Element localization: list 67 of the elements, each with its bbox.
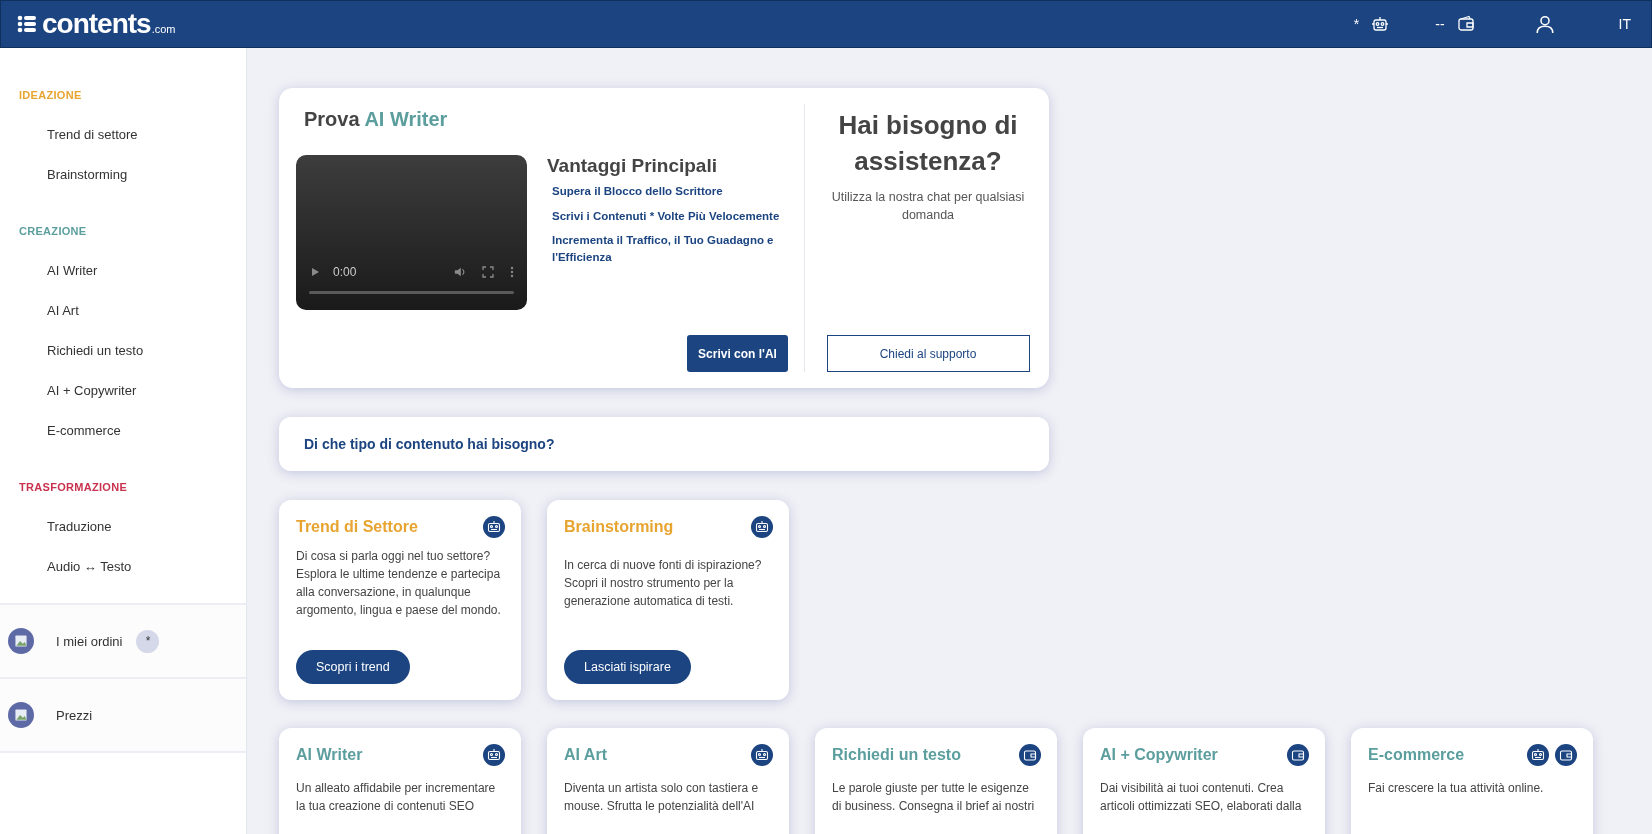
sidebar-item[interactable]: Audio ↔ Testo (47, 547, 246, 587)
video-player[interactable]: 0:00 (296, 155, 527, 310)
logo[interactable]: contents.com (17, 8, 176, 40)
benefit-text: Supera il Blocco dello Scrittore (552, 184, 724, 199)
user-icon[interactable] (1534, 14, 1555, 34)
more-icon[interactable] (510, 266, 514, 278)
support-title: Hai bisogno di assistenza? (837, 109, 1019, 179)
logo-text: contents (42, 8, 151, 40)
promo-title: Prova AI Writer (304, 108, 449, 131)
support-button[interactable]: Chiedi al supporto (826, 335, 1030, 372)
sidebar-item[interactable]: Richiedi un testo (47, 331, 246, 371)
sidebar-item[interactable]: AI + Copywriter (47, 371, 246, 411)
robot-icon (751, 516, 773, 538)
card-button[interactable]: Scopri i trend (296, 650, 410, 684)
card-description: Diventa un artista solo con tastiera e mouse. Sfrutta le potenzialità dell'AI (564, 780, 760, 815)
language-button[interactable]: IT (1612, 16, 1637, 32)
wallet-icon (1287, 744, 1309, 766)
benefits-title: Vantaggi Principali (547, 155, 718, 177)
credit-value: * (1353, 16, 1360, 32)
logo-suffix: .com (151, 23, 176, 35)
card-title: Trend di Settore (296, 518, 418, 536)
write-ai-button[interactable]: Scrivi con l'AI (687, 335, 788, 372)
card-description: Un alleato affidabile per incrementare la tua creazione di contenuti SEO (296, 780, 497, 815)
sidebar-item[interactable]: Trend di settore (47, 115, 246, 155)
card-title: AI Art (564, 746, 607, 764)
card-title: AI + Copywriter (1100, 746, 1218, 764)
sidebar-link[interactable]: Prezzi (56, 707, 93, 723)
section-heading: CREAZIONE (19, 224, 88, 239)
volume-icon[interactable] (454, 266, 466, 278)
list-icon (17, 15, 37, 33)
robot-icon (1527, 744, 1549, 766)
benefit-text: Incrementa il Traffico, il Tuo Guadagno e l'Efficienza (552, 233, 775, 265)
wallet-icon (1019, 744, 1041, 766)
fullscreen-icon[interactable] (482, 266, 494, 278)
wallet-icon[interactable] (1456, 15, 1475, 33)
robot-icon (483, 516, 505, 538)
sidebar-item[interactable]: AI Writer (47, 251, 246, 291)
card-title: Richiedi un testo (832, 746, 961, 764)
wallet-icon (1555, 744, 1577, 766)
card-button[interactable]: Lasciati ispirare (564, 650, 691, 684)
robot-icon (483, 744, 505, 766)
card-description: Fai crescere la tua attività online. (1368, 780, 1545, 797)
card-description: Le parole giuste per tutte le esigenze di business. Consegna il brief ai nostri (832, 780, 1036, 815)
count-badge: * (136, 629, 160, 653)
card-description: In cerca di nuove fonti di ispirazione? Scopri il nostro strumento per la generazione automatica di testi. (564, 557, 763, 610)
section-heading: IDEAZIONE (19, 88, 83, 103)
robot-icon (751, 744, 773, 766)
card-title: E-commerce (1368, 746, 1465, 764)
card-title: Brainstorming (564, 518, 674, 536)
broken-image-icon (8, 628, 34, 654)
section-heading: TRASFORMAZIONE (19, 480, 129, 495)
support-text: Utilizza la nostra chat per qualsiasi domanda (830, 188, 1026, 224)
sidebar-link[interactable]: I miei ordini (56, 633, 123, 649)
sidebar-item[interactable]: E-commerce (47, 411, 246, 451)
sidebar-item[interactable]: AI Art (47, 291, 246, 331)
card-title: AI Writer (296, 746, 363, 764)
play-icon[interactable] (309, 266, 321, 278)
question-text: Di che tipo di contenuto hai bisogno? (304, 436, 555, 452)
card-description: Dai visibilità ai tuoi contenuti. Crea articoli ottimizzati SEO, elaborati dalla (1100, 780, 1303, 815)
robot-icon[interactable] (1371, 15, 1390, 33)
sidebar-item[interactable]: Traduzione (47, 507, 246, 547)
sidebar-item[interactable]: Brainstorming (47, 155, 246, 195)
card-description: Di cosa si parla oggi nel tuo settore? Esplora le ultime tendenze e partecipa alla conversazione, in qualunque argomento, lingua e paese del mondo. (296, 548, 502, 618)
benefit-text: Scrivi i Contenuti * Volte Più Velocemente (552, 208, 781, 224)
video-time: 0:00 (333, 265, 357, 279)
credit-value: -- (1435, 16, 1445, 32)
broken-image-icon (8, 702, 34, 728)
